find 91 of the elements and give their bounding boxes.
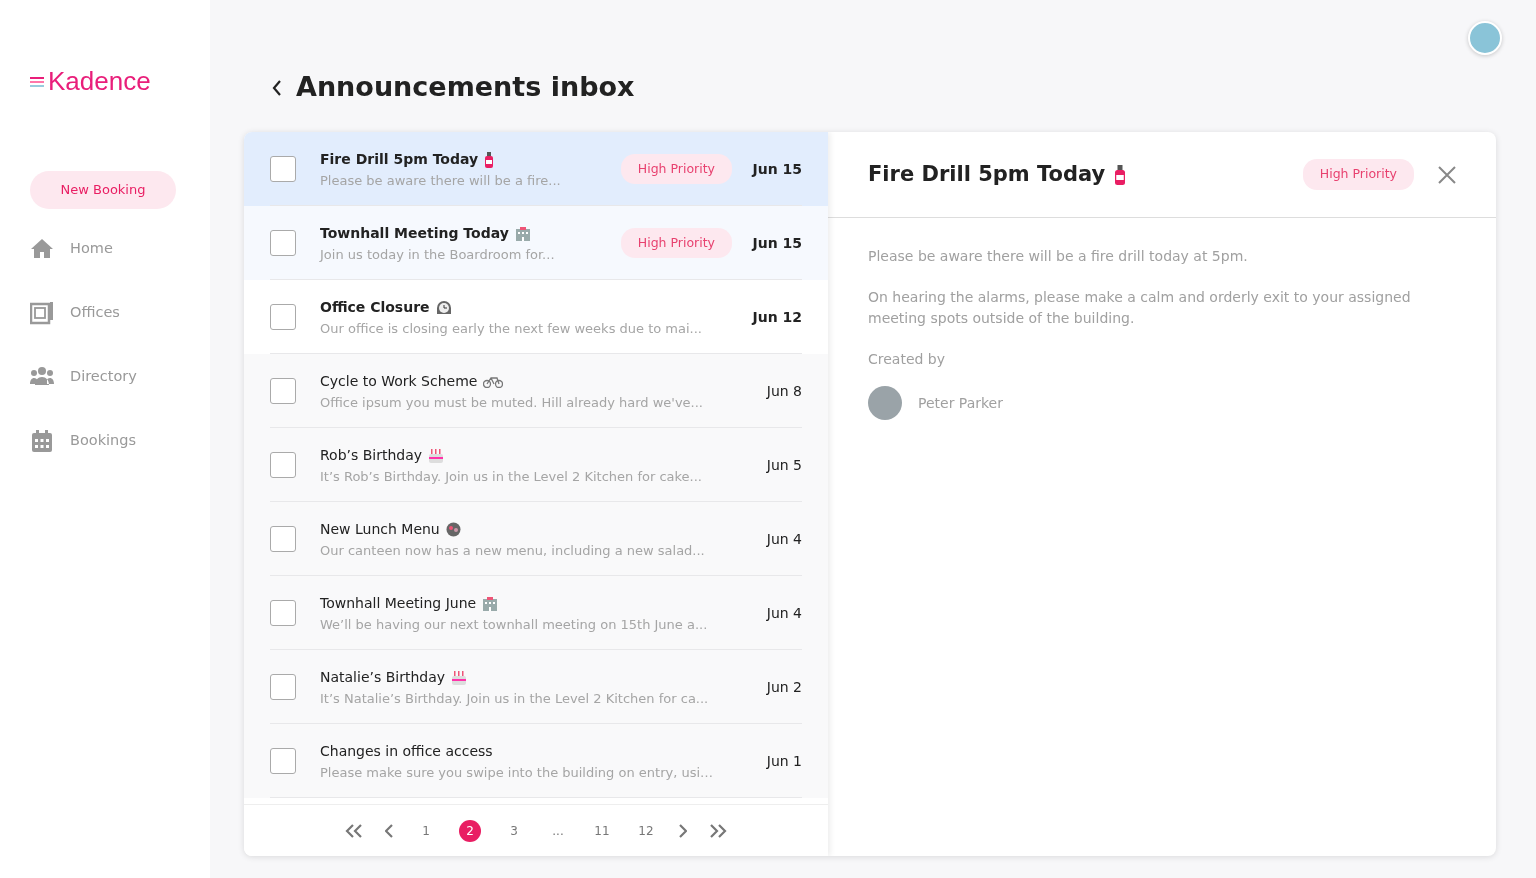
floor-plan-icon [30,301,54,325]
priority-tag: High Priority [1302,159,1414,190]
plate-icon [445,522,461,538]
checkbox[interactable] [270,748,296,774]
announcement-title: New Lunch Menu [320,520,440,540]
previous-page-button[interactable] [385,823,393,838]
bicycle-icon [483,375,504,388]
detail-title: Fire Drill 5pm Today [868,161,1106,188]
priority-tag: High Priority [620,227,732,259]
page-link[interactable]: ... [547,819,569,842]
announcement-date: Jun 4 [765,603,802,623]
page-link[interactable]: 2 [459,819,481,842]
fire-extinguisher-icon [484,151,495,168]
calendar-icon [30,429,54,453]
announcement-preview: Please make sure you swipe into the building on entry, usi… [320,764,715,783]
sidebar-item[interactable]: Offices [30,281,210,345]
clock-icon [435,300,452,316]
previous-page-icon [385,823,393,838]
checkbox[interactable] [270,304,296,330]
sidebar-item[interactable]: Directory [30,345,210,409]
body-paragraph: On hearing the alarms, please make a calm and orderly exit to your assigned meeting spots outside of the building. [868,288,1412,328]
page-link[interactable]: 12 [635,819,657,842]
announcement-row[interactable]: Cycle to Work Scheme Office ipsum you must be muted. Hill already hard we've... Jun 8 [244,354,828,428]
announcement-date: Jun 5 [765,455,802,475]
close-icon [1438,166,1456,184]
announcement-date: Jun 4 [765,529,802,549]
announcement-preview: Office ipsum you must be muted. Hill already hard we've... [320,394,704,413]
announcement-row[interactable]: Office Closure Our office is closing early the next few weeks due to mai... Jun 12 [244,280,828,354]
checkbox[interactable] [270,674,296,700]
announcement-preview: Please be aware there will be a fire... [320,172,562,191]
announcement-title: Cycle to Work Scheme [320,372,478,392]
announcement-date: Jun 2 [765,677,802,697]
announcement-row[interactable]: Changes in office access Please make sure you swipe into the building on entry, usi… Jun 1 [244,724,828,798]
page-link[interactable]: 1 [415,819,437,842]
next-page-button[interactable] [679,823,687,838]
sidebar-item[interactable]: Home [30,217,210,281]
announcement-preview: Our office is closing early the next few weeks due to mai... [320,320,703,339]
announcement-title: Changes in office access [320,742,493,762]
announcement-title: Natalie’s Birthday [320,668,446,688]
cake-icon [428,448,445,464]
announcement-row[interactable]: Townhall Meeting Today Join us today in the Boardroom for... High Priority Jun 15 [244,206,828,280]
announcement-row[interactable]: Fire Drill 5pm Today Please be aware there will be a fire... High Priority Jun 15 [244,132,828,206]
announcement-date: Jun 12 [750,307,802,327]
author-name: Peter Parker [918,393,1003,413]
building-icon [514,226,531,241]
building-icon [482,596,499,611]
page-title: Announcements inbox [296,70,635,104]
announcement-preview: Join us today in the Boardroom for... [320,246,556,265]
last-page-button[interactable] [709,823,727,838]
announcement-title: Rob’s Birthday [320,446,423,466]
announcement-preview: It’s Rob’s Birthday. Join us in the Level 2 Kitchen for cake... [320,468,703,487]
announcement-preview: We’ll be having our next townhall meeting on 15th June a... [320,616,709,635]
announcement-title: Fire Drill 5pm Today [320,150,479,170]
announcement-preview: Our canteen now has a new menu, including a new salad... [320,542,706,561]
sidebar-item[interactable]: Bookings [30,409,210,473]
announcement-date: Jun 15 [750,159,802,179]
announcement-row[interactable]: Rob’s Birthday It’s Rob’s Birthday. Join us in the Level 2 Kitchen for cake... Jun 5 [244,428,828,502]
announcement-preview: It’s Natalie’s Birthday. Join us in the Level 2 Kitchen for ca... [320,690,710,709]
first-page-button[interactable] [345,823,363,838]
created-by-label: Created by [868,350,947,369]
announcement-row[interactable]: New Lunch Menu Our canteen now has a new menu, including a new salad... Jun 4 [244,502,828,576]
fire-extinguisher-icon [1113,164,1128,185]
body-paragraph: Please be aware there will be a fire drill today at 5pm. [868,247,1249,266]
checkbox[interactable] [270,156,296,182]
new-booking-button[interactable]: New Booking [30,171,176,209]
announcement-title: Office Closure [320,298,430,318]
announcement-row[interactable]: Townhall Meeting June We’ll be having our next townhall meeting on 15th June a... Jun 4 [244,576,828,650]
announcement-date: Jun 15 [750,233,802,253]
back-chevron-icon [272,79,282,96]
checkbox[interactable] [270,230,296,256]
priority-tag: High Priority [620,153,732,185]
checkbox[interactable] [270,452,296,478]
avatar [868,386,902,420]
last-page-icon [709,823,727,838]
first-page-icon [345,823,363,838]
page-link[interactable]: 3 [503,819,525,842]
house-icon [30,237,54,261]
checkbox[interactable] [270,526,296,552]
logo-text: Kadence [48,65,151,98]
page-link[interactable]: 11 [591,819,613,842]
logo-mark-icon [30,75,44,88]
announcement-title: Townhall Meeting Today [320,224,509,244]
announcement-title: Townhall Meeting June [320,594,477,614]
checkbox[interactable] [270,378,296,404]
announcement-date: Jun 1 [765,751,802,771]
checkbox[interactable] [270,600,296,626]
cake-icon [451,670,468,686]
announcement-row[interactable]: Natalie’s Birthday It’s Natalie’s Birthday. Join us in the Level 2 Kitchen for ca... Jun 2 [244,650,828,724]
user-avatar[interactable] [1468,21,1502,55]
next-page-icon [679,823,687,838]
announcement-date: Jun 8 [765,381,802,401]
